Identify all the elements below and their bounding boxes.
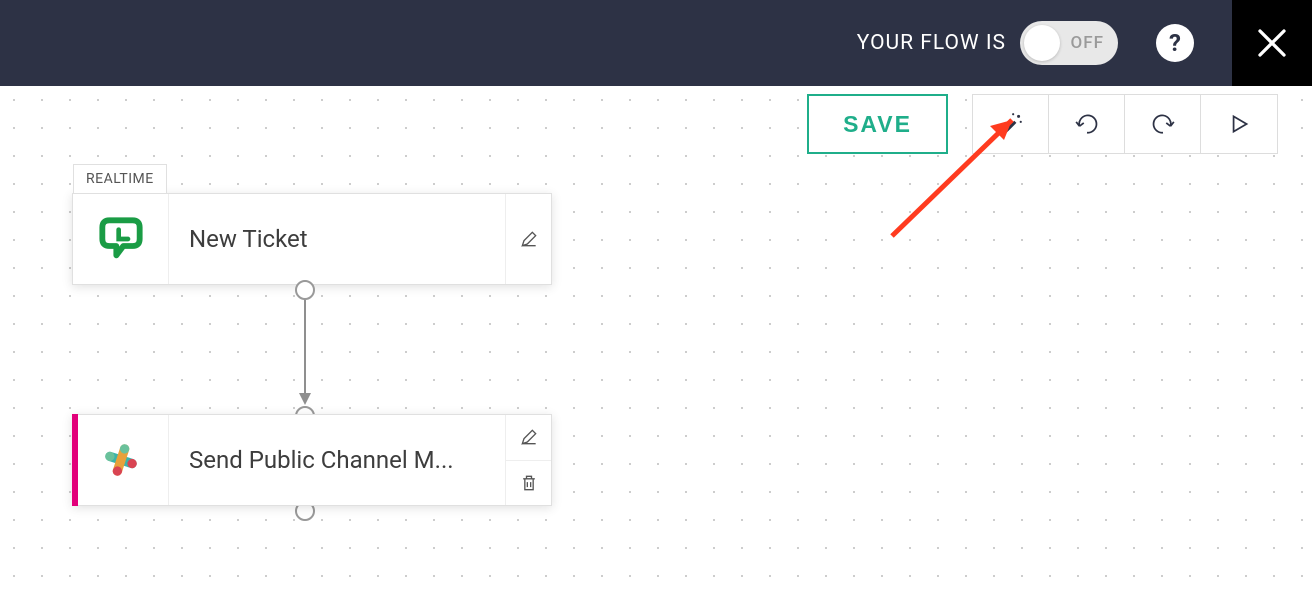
magic-wand-icon <box>998 111 1024 137</box>
flow-toggle[interactable]: OFF <box>1020 21 1118 65</box>
close-button[interactable] <box>1232 0 1312 86</box>
trigger-output-port[interactable] <box>295 280 315 300</box>
canvas-toolbar: SAVE <box>807 94 1278 154</box>
action-title: Send Public Channel M... <box>169 415 505 505</box>
undo-icon <box>1074 111 1100 137</box>
action-delete-button[interactable] <box>506 461 551 506</box>
action-node[interactable]: Send Public Channel M... <box>72 414 552 506</box>
play-icon <box>1226 111 1252 137</box>
action-edit-button[interactable] <box>506 415 551 461</box>
topbar: YOUR FLOW IS OFF ? <box>0 0 1312 86</box>
trash-icon <box>519 473 539 493</box>
flow-canvas[interactable]: SAVE REALTIME New Ticket <box>0 86 1312 594</box>
help-button[interactable]: ? <box>1156 24 1194 62</box>
pencil-icon <box>519 229 539 249</box>
redo-button[interactable] <box>1125 95 1201 153</box>
close-icon <box>1254 25 1290 61</box>
trigger-app-icon-cell <box>73 194 169 284</box>
node-connector <box>297 285 313 414</box>
help-icon: ? <box>1169 29 1181 57</box>
trigger-badge: REALTIME <box>73 164 167 193</box>
action-actions <box>505 415 551 505</box>
trigger-actions <box>505 194 551 284</box>
pencil-icon <box>519 427 539 447</box>
trigger-edit-button[interactable] <box>506 194 551 284</box>
projoquick-icon <box>93 211 149 267</box>
action-accent-bar <box>72 414 78 506</box>
trigger-node[interactable]: REALTIME New Ticket <box>72 193 552 285</box>
flow-status: YOUR FLOW IS OFF <box>857 21 1118 65</box>
toggle-knob <box>1024 25 1060 61</box>
slack-icon <box>93 432 149 488</box>
undo-button[interactable] <box>1049 95 1125 153</box>
run-button[interactable] <box>1201 95 1277 153</box>
redo-icon <box>1150 111 1176 137</box>
toggle-state-text: OFF <box>1071 33 1104 53</box>
magic-wand-button[interactable] <box>973 95 1049 153</box>
tool-group <box>972 94 1278 154</box>
action-app-icon-cell <box>73 415 169 505</box>
flow-status-label: YOUR FLOW IS <box>857 31 1006 55</box>
save-button[interactable]: SAVE <box>807 94 948 154</box>
trigger-title: New Ticket <box>169 194 505 284</box>
